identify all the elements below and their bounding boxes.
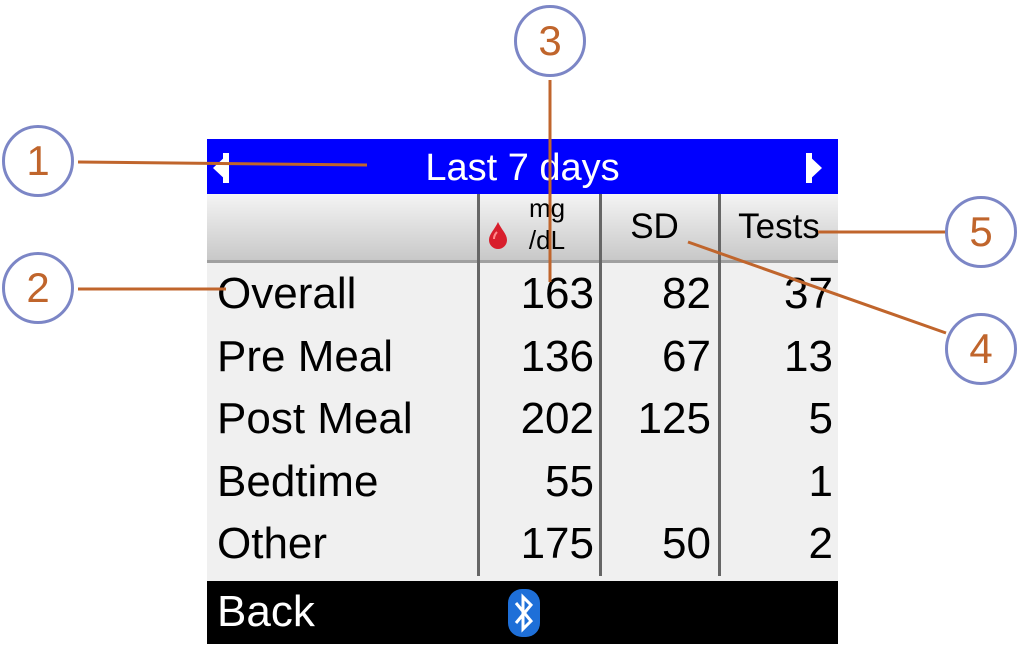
callout-marker: 1	[2, 125, 74, 197]
callout-lines	[77, 80, 947, 335]
callout-marker: 4	[945, 313, 1017, 385]
callout-marker: 5	[945, 196, 1017, 268]
callout-marker: 2	[2, 252, 74, 324]
callout-marker: 3	[514, 5, 586, 77]
